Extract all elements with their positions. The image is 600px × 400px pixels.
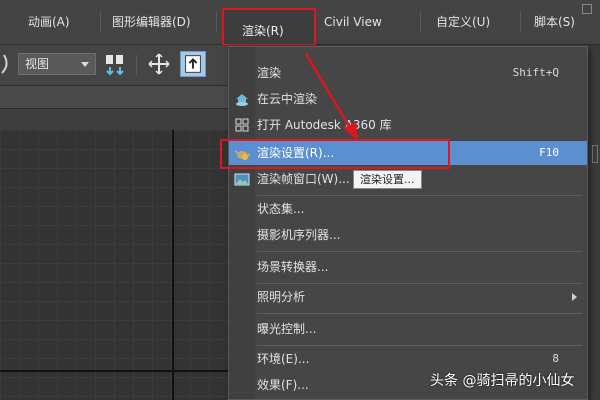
menu-item-open-a360-gallery[interactable]: 打开 Autodesk A360 库 [229,113,587,137]
submenu-arrow-icon [572,293,577,301]
menu-rendering-label: 渲染(R) [242,24,284,38]
watermark: 头条 @骑扫帚的小仙女 [430,373,575,389]
menu-item-exposure-control[interactable]: 曝光控制... [229,317,587,341]
menu-item-label: 曝光控制... [257,322,317,336]
menu-separator [216,12,217,32]
toolbar-row-3 [0,109,230,129]
select-and-manipulate-icon[interactable] [146,51,172,77]
menu-separator [100,12,101,32]
view-select-value: 视图 [25,57,50,71]
menu-item-label: 环境(E)... [257,352,310,366]
reference-coordinate-select[interactable]: 视图 [18,53,96,75]
menu-item-label: 摄影机序列器... [257,228,341,242]
menu-separator [520,12,521,32]
frame-window-icon [234,173,250,186]
menu-customize[interactable]: 自定义(U) [436,10,490,34]
command-panel-edge [588,45,600,400]
rendering-menu: 渲染 Shift+Q 在云中渲染 打开 Autodesk A360 库 渲染设置… [228,46,588,400]
chevron-down-icon [81,62,89,67]
menu-graph-editors[interactable]: 图形编辑器(D) [112,10,191,34]
menu-scripting[interactable]: 脚本(S) [534,10,575,34]
keyboard-shortcut-override-icon[interactable] [180,51,206,77]
menu-item-render-in-cloud[interactable]: 在云中渲染 [229,87,587,111]
menubar: 动画(A) 图形编辑器(D) 渲染(R) Civil View 自定义(U) 脚… [0,0,600,46]
menu-item-label: 场景转换器... [257,260,329,274]
menu-separator [257,195,582,196]
toolbar-row-2 [0,86,230,109]
menu-item-render[interactable]: 渲染 Shift+Q [229,61,587,85]
menu-item-shortcut: Shift+Q [512,66,559,79]
render-setup-inline-button[interactable]: 渲染设置... [353,170,422,189]
menu-rendering[interactable]: 渲染(R) [222,8,316,46]
toolbar-separator [136,55,137,75]
menu-item-shortcut: F10 [539,146,559,159]
menu-item-label: 渲染设置(R)... [257,146,335,160]
viewport-divider-vertical [172,130,174,400]
menu-item-label: 照明分析 [257,290,306,304]
menu-item-shortcut: 8 [552,352,559,365]
menu-item-rendered-frame-window[interactable]: 渲染帧窗口(W)... 渲染设置... [229,167,587,191]
menu-item-label: 效果(F)... [257,378,309,392]
menu-separator [257,313,582,314]
curve-tool-icon[interactable] [0,53,12,75]
menu-item-camera-sequencer[interactable]: 摄影机序列器... [229,223,587,247]
menu-item-label: 在云中渲染 [257,92,318,106]
cloud-render-icon [236,94,248,106]
teapot-icon [234,150,250,160]
viewport-divider-horizontal [0,370,230,372]
menu-item-label: 打开 Autodesk A360 库 [257,118,392,132]
pin-icon[interactable] [582,4,592,14]
gallery-grid-icon [235,118,249,132]
menu-item-label: 渲染 [257,66,282,80]
menu-item-scene-converter[interactable]: 场景转换器... [229,255,587,279]
menu-item-label: 渲染帧窗口(W)... [257,172,350,186]
pivot-center-icon[interactable] [102,51,128,77]
menu-separator [257,345,582,346]
menu-item-environment[interactable]: 环境(E)... 8 [229,347,587,371]
menu-item-lighting-analysis[interactable]: 照明分析 [229,285,587,309]
menu-item-label: 状态集... [257,202,305,216]
menu-animation[interactable]: 动画(A) [28,10,70,34]
menu-item-render-setup[interactable]: 渲染设置(R)... F10 [229,141,587,165]
menu-separator [257,283,582,284]
menu-civil-view[interactable]: Civil View [324,10,382,34]
menu-separator [257,251,582,252]
menu-separator [420,12,421,32]
menu-item-state-sets[interactable]: 状态集... [229,197,587,221]
panel-tab[interactable] [592,145,598,163]
